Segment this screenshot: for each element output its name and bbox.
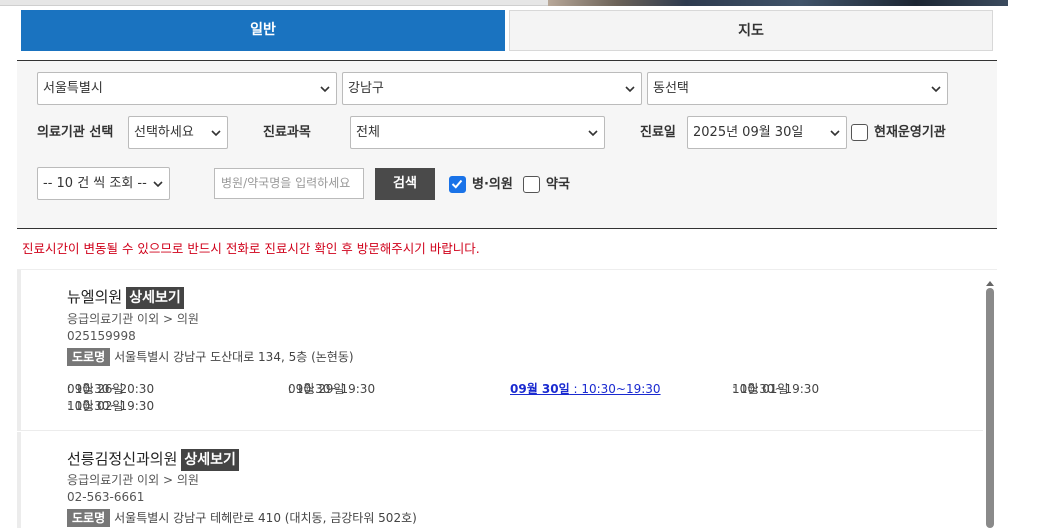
chevron-down-icon — [320, 84, 330, 94]
clinic-name: 선릉김정신과의원 상세보기 — [67, 448, 239, 471]
clinic-address: 도로명 서울특별시 강남구 도산대로 134, 5층 (논현동) — [67, 348, 354, 366]
page-size-value: -- 10 건 씩 조회 -- — [43, 176, 147, 191]
hours-entry: 09월 29일 : 10:30~19:30 — [288, 382, 376, 396]
dept-label: 진료과목 — [263, 125, 311, 140]
hours-notice: 진료시간이 변동될 수 있으므로 반드시 전화로 진료시간 확인 후 방문해주시… — [22, 241, 480, 256]
detail-button[interactable]: 상세보기 — [181, 449, 239, 471]
dong-select[interactable]: 동선택 — [647, 72, 948, 105]
road-badge: 도로명 — [67, 509, 111, 527]
results-list: 뉴엘의원 상세보기 응급의료기관 이외 > 의원 025159998 도로명 서울특… — [17, 269, 997, 528]
chevron-down-icon — [153, 179, 163, 189]
browser-top-strip — [0, 0, 1008, 6]
chevron-down-icon — [588, 128, 598, 138]
hospital-label: 병·의원 — [472, 177, 513, 192]
district-select[interactable]: 강남구 — [342, 72, 642, 105]
dept-select[interactable]: 전체 — [350, 116, 605, 149]
search-button[interactable]: 검색 — [375, 168, 435, 200]
hours-entry: 10월 01일 : 10:30~19:30 — [732, 382, 820, 396]
date-select-value: 2025년 09월 30일 — [693, 125, 804, 140]
chevron-down-icon — [931, 84, 941, 94]
dept-select-value: 전체 — [356, 125, 380, 140]
district-select-value: 강남구 — [348, 81, 384, 96]
banner-image — [548, 0, 1008, 6]
scroll-up-arrow-icon[interactable] — [985, 272, 995, 286]
chevron-down-icon — [211, 128, 221, 138]
check-icon — [451, 179, 463, 189]
search-panel: 서울특별시 강남구 동선택 의료기관 선택 선택하세요 진료과목 전체 진료일 … — [17, 60, 997, 229]
hours-entry: 09월 26일 : 10:30~20:30 — [67, 382, 155, 396]
hospital-checkbox[interactable] — [449, 176, 466, 193]
institution-label: 의료기관 선택 — [37, 125, 114, 140]
list-item: 뉴엘의원 상세보기 응급의료기관 이외 > 의원 025159998 도로명 서울특… — [17, 270, 983, 431]
date-label: 진료일 — [640, 125, 676, 140]
address-text: 서울특별시 강남구 테헤란로 410 (대치동, 금강타워 502호) — [114, 511, 417, 525]
date-select[interactable]: 2025년 09월 30일 — [687, 116, 847, 149]
institution-select[interactable]: 선택하세요 — [128, 116, 228, 149]
pharmacy-label: 약국 — [546, 177, 570, 192]
clinic-name-text: 뉴엘의원 — [67, 288, 123, 306]
pharmacy-checkbox[interactable] — [523, 176, 540, 193]
view-tabs: 일반 지도 — [21, 10, 993, 51]
page-size-select[interactable]: -- 10 건 씩 조회 -- — [37, 167, 170, 200]
city-select-value: 서울특별시 — [43, 81, 103, 96]
clinic-address: 도로명 서울특별시 강남구 테헤란로 410 (대치동, 금강타워 502호) — [67, 509, 417, 527]
open-now-checkbox[interactable] — [851, 124, 868, 141]
detail-button[interactable]: 상세보기 — [126, 287, 184, 309]
tab-general[interactable]: 일반 — [21, 10, 505, 51]
results-scrollbar[interactable] — [984, 270, 996, 528]
dong-select-value: 동선택 — [653, 81, 689, 96]
hours-entry: 10월 02일 : 10:30~19:30 — [67, 399, 155, 413]
chevron-down-icon — [625, 84, 635, 94]
clinic-name-text: 선릉김정신과의원 — [67, 450, 178, 468]
institution-select-value: 선택하세요 — [134, 125, 194, 140]
search-input[interactable]: 병원/약국명을 입력하세요 — [214, 168, 364, 199]
city-select[interactable]: 서울특별시 — [37, 72, 337, 105]
road-badge: 도로명 — [67, 348, 111, 366]
list-item: 선릉김정신과의원 상세보기 응급의료기관 이외 > 의원 02-563-6661 … — [17, 432, 983, 528]
clinic-category: 응급의료기관 이외 > 의원 — [67, 312, 199, 326]
scrollbar-thumb[interactable] — [986, 288, 994, 528]
open-now-label: 현재운영기관 — [874, 125, 946, 140]
clinic-name: 뉴엘의원 상세보기 — [67, 286, 184, 309]
address-text: 서울특별시 강남구 도산대로 134, 5층 (논현동) — [114, 350, 354, 364]
chevron-down-icon — [830, 128, 840, 138]
hours-entry-today[interactable]: 09월 30일 : 10:30~19:30 — [510, 381, 661, 398]
clinic-category: 응급의료기관 이외 > 의원 — [67, 473, 199, 487]
tab-map[interactable]: 지도 — [509, 10, 993, 51]
clinic-phone: 025159998 — [67, 329, 136, 343]
clinic-phone: 02-563-6661 — [67, 490, 145, 504]
